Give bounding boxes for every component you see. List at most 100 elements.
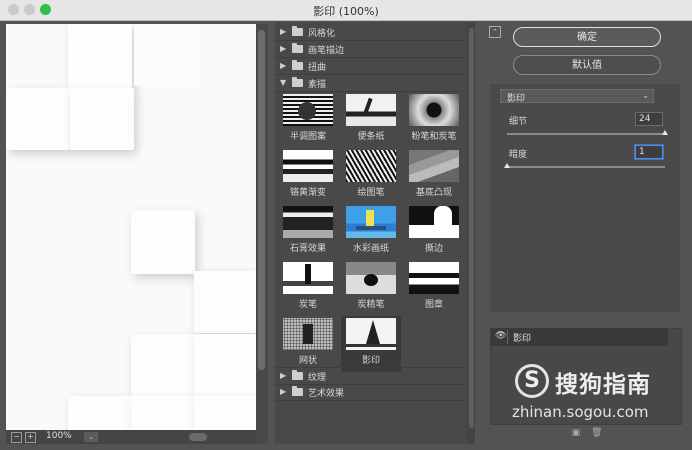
expand-arrow-icon: ▶	[280, 27, 287, 36]
preview-block	[194, 396, 256, 430]
filter-thumb-bas-relief[interactable]: 基底凸现	[404, 148, 464, 204]
layer-divider	[507, 330, 508, 344]
expand-arrow-icon: ▶	[280, 44, 287, 53]
filter-select-value: 影印	[507, 94, 526, 104]
folder-artistic[interactable]: ▶ 艺术效果	[275, 384, 467, 401]
preview-block	[70, 88, 134, 150]
filter-label: 绘图笔	[357, 188, 385, 198]
preview-status-bar: − + 100% ⌄	[6, 430, 256, 444]
filter-thumb-chrome[interactable]: 铬黄渐变	[278, 148, 338, 204]
zoom-in-button[interactable]: +	[25, 432, 36, 443]
filter-preview-image	[409, 262, 459, 294]
filter-thumb-chalk-charcoal[interactable]: 粉笔和炭笔	[404, 92, 464, 148]
detail-input[interactable]: 24	[635, 112, 663, 126]
ok-button[interactable]: 确定	[513, 27, 661, 47]
filter-preview-image	[283, 262, 333, 294]
filter-thumb-photocopy[interactable]: 影印	[341, 316, 401, 372]
filter-thumb-plaster[interactable]: 石膏效果	[278, 204, 338, 260]
folder-label: 扭曲	[308, 63, 327, 73]
filter-label: 便条纸	[357, 132, 385, 142]
filter-preview-image	[409, 206, 459, 238]
folder-distort[interactable]: ▶ 扭曲	[275, 58, 467, 75]
darkness-slider-knob[interactable]	[504, 163, 510, 168]
reset-defaults-button[interactable]: 默认值	[513, 55, 661, 75]
preview-block	[68, 24, 132, 88]
filter-label: 水彩画纸	[352, 244, 389, 254]
gallery-scroll-thumb[interactable]	[469, 28, 474, 428]
expand-arrow-icon: ▶	[280, 371, 287, 380]
filter-label: 铬黄渐变	[289, 188, 326, 198]
filter-thumb-halftone[interactable]: 半调图案	[278, 92, 338, 148]
filter-thumb-water-paper[interactable]: 水彩画纸	[341, 204, 401, 260]
folder-stylize[interactable]: ▶ 风格化	[275, 24, 467, 41]
filter-thumb-reticulation[interactable]: 网状	[278, 316, 338, 372]
darkness-slider-track[interactable]	[507, 166, 665, 168]
preview-scroll-thumb[interactable]	[258, 30, 265, 370]
preview-canvas[interactable]	[6, 24, 256, 430]
filter-preview-image	[283, 150, 333, 182]
folder-label: 画笔描边	[308, 46, 345, 56]
expand-arrow-icon: ▶	[280, 387, 287, 396]
detail-slider-knob[interactable]	[662, 130, 668, 135]
folder-label: 风格化	[308, 29, 336, 39]
filter-preview-image	[346, 318, 396, 350]
filter-thumb-charcoal[interactable]: 炭笔	[278, 260, 338, 316]
filter-label: 影印	[361, 356, 380, 366]
filter-preview-image	[346, 150, 396, 182]
expand-arrow-icon: ▶	[280, 61, 287, 70]
collapse-gallery-button[interactable]: ⌃	[489, 26, 501, 38]
preview-block	[131, 396, 195, 430]
watermark-title: 搜狗指南	[555, 372, 651, 398]
darkness-input[interactable]: 1	[635, 145, 663, 159]
folder-label: 纹理	[308, 373, 327, 383]
trash-icon[interactable]: 🗑	[591, 428, 602, 438]
chevron-down-icon: ⌄	[642, 91, 649, 100]
filter-label: 石膏效果	[289, 244, 326, 254]
preview-block	[194, 334, 256, 398]
filter-label: 图章	[424, 300, 443, 310]
filter-preview-image	[283, 206, 333, 238]
eye-icon[interactable]: 👁	[495, 332, 506, 341]
folder-label: 艺术效果	[308, 389, 345, 399]
filter-thumb-stamp[interactable]: 图章	[404, 260, 464, 316]
darkness-label: 暗度	[509, 150, 528, 160]
folder-icon	[292, 60, 303, 70]
zoom-level: 100%	[46, 431, 72, 441]
zoom-dropdown[interactable]: ⌄	[84, 432, 98, 442]
filter-preview-image	[409, 150, 459, 182]
filter-thumb-note-paper[interactable]: 便条纸	[341, 92, 401, 148]
window-title: 影印 (100%)	[313, 5, 379, 18]
filter-label: 网状	[298, 356, 317, 366]
title-bar: 影印 (100%)	[0, 0, 692, 21]
filter-label: 半调图案	[289, 132, 326, 142]
filter-label: 炭笔	[298, 300, 317, 310]
filter-preview-image	[346, 262, 396, 294]
filter-select[interactable]: 影印 ⌄	[500, 89, 654, 104]
folder-icon	[292, 43, 303, 53]
new-effect-layer-icon[interactable]: ▣	[571, 428, 581, 438]
folder-sketch[interactable]: ▼ 素描	[275, 75, 467, 92]
folder-icon	[292, 26, 303, 36]
filter-preview-image	[283, 94, 333, 126]
folder-icon	[292, 370, 303, 380]
folder-brush-strokes[interactable]: ▶ 画笔描边	[275, 41, 467, 58]
filter-thumb-torn-edges[interactable]: 撕边	[404, 204, 464, 260]
filter-thumb-conte-crayon[interactable]: 炭精笔	[341, 260, 401, 316]
detail-slider-track[interactable]	[507, 133, 665, 135]
preview-horizontal-scroll-thumb[interactable]	[189, 433, 207, 441]
preview-block	[131, 210, 195, 274]
filter-preview-image	[409, 94, 459, 126]
filter-preview-image	[346, 94, 396, 126]
filter-label: 炭精笔	[357, 300, 385, 310]
folder-open-icon	[292, 77, 303, 87]
preview-block	[6, 88, 70, 150]
watermark: S 搜狗指南 zhinan.sogou.com	[512, 364, 682, 426]
effect-layer-name: 影印	[513, 334, 532, 344]
preview-block	[131, 334, 195, 398]
filter-preview-image	[283, 318, 333, 350]
filter-thumb-graphic-pen[interactable]: 绘图笔	[341, 148, 401, 204]
zoom-out-button[interactable]: −	[11, 432, 22, 443]
folder-texture[interactable]: ▶ 纹理	[275, 367, 467, 385]
filter-label: 粉笔和炭笔	[411, 132, 457, 142]
folder-icon	[292, 386, 303, 396]
